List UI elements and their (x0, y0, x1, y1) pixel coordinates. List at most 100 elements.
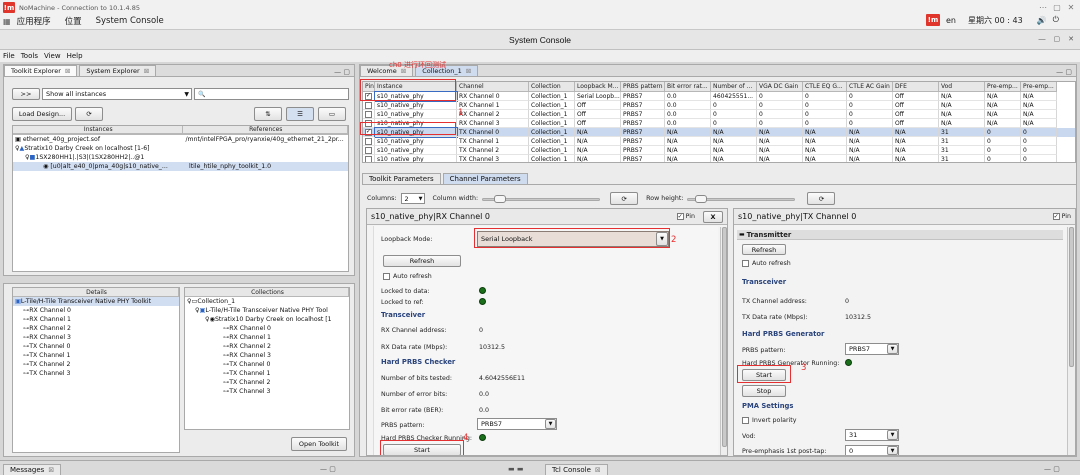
collection-channel-item[interactable]: ⊶ TX Channel 2 (185, 378, 349, 387)
tx-stop-button[interactable]: Stop (742, 385, 786, 397)
expand-tree-icon[interactable]: ⇅ (254, 107, 282, 121)
table-row[interactable]: s10_native_phy TX Channel 1 Collection_1 N/… (363, 137, 1075, 146)
instance-filter-select[interactable]: Show all instances ▼ (42, 88, 192, 100)
filter-button[interactable]: >> (12, 88, 40, 100)
table-row[interactable]: s10_native_phy RX Channel 3 Collection_1 Of… (363, 119, 1075, 128)
pin-cell[interactable] (363, 155, 375, 162)
os-menu-places[interactable]: 位置 (65, 15, 82, 27)
refresh-icon[interactable]: ⟳ (75, 107, 103, 121)
rx-pin-checkbox[interactable]: ✓ (676, 213, 684, 220)
os-menu-apps[interactable]: 应用程序 (17, 15, 51, 27)
tab-messages[interactable]: Messages ⊠ (3, 464, 62, 475)
menu-help[interactable]: Help (67, 52, 83, 60)
tx-auto-refresh-checkbox[interactable] (742, 260, 749, 267)
table-row[interactable]: ✓ s10_native_phy RX Channel 0 Collection_1 S… (363, 91, 1075, 102)
details-channel-item[interactable]: ⊶ TX Channel 1 (13, 351, 179, 360)
details-channel-item[interactable]: ⊶ TX Channel 0 (13, 342, 179, 351)
load-design-button[interactable]: Load Design... (12, 107, 72, 121)
nomachine-tray-icon[interactable]: !m (926, 14, 940, 26)
details-toolkit[interactable]: ▣ L-Tile/H-Tile Transceiver Native PHY T… (13, 297, 179, 306)
window-menu-icon[interactable]: ⋯ (1038, 2, 1048, 12)
collection-toolkit[interactable]: ♀ ▣ L-Tile/H-Tile Transceiver Native PHY… (185, 306, 349, 315)
right-dock-icons[interactable]: — ▢ (1044, 465, 1060, 473)
row-pin-checkbox[interactable] (365, 137, 372, 145)
table-row[interactable]: s10_native_phy TX Channel 3 Collection_1 N/… (363, 155, 1075, 162)
table-header-cell[interactable]: Vod (939, 82, 985, 92)
row-pin-checkbox[interactable] (365, 110, 372, 118)
table-header-cell[interactable]: Pre-emp... (985, 82, 1021, 92)
tx-scrollbar[interactable] (1067, 226, 1075, 455)
details-channel-item[interactable]: ⊶ RX Channel 1 (13, 315, 179, 324)
app-minimize-icon[interactable]: — (1039, 36, 1046, 43)
table-row[interactable]: s10_native_phy TX Channel 2 Collection_1 N/… (363, 146, 1075, 155)
table-header-cell[interactable]: Loopback M... (575, 82, 621, 92)
table-header-cell[interactable]: Bit error rat... (665, 82, 711, 92)
table-header-cell[interactable]: CTLE AC Gain (847, 82, 893, 92)
details-channel-item[interactable]: ⊶ TX Channel 3 (13, 369, 179, 378)
vod-select[interactable]: 31 ▼ (845, 429, 899, 441)
pin-cell[interactable] (363, 146, 375, 155)
pin-cell[interactable] (363, 137, 375, 146)
collection-channel-item[interactable]: ⊶ RX Channel 0 (185, 324, 349, 333)
tx-pin-checkbox[interactable]: ✓ (1052, 213, 1060, 220)
menu-view[interactable]: View (44, 52, 61, 60)
pre-emphasis-select[interactable]: 0 ▼ (845, 445, 899, 455)
list-view-icon[interactable]: ☰ (286, 107, 314, 121)
column-refresh-icon[interactable]: ⟳ (610, 192, 639, 205)
table-header-cell[interactable]: Pre-emp... (1021, 82, 1057, 92)
collection-channel-item[interactable]: ⊶ TX Channel 1 (185, 369, 349, 378)
row-height-slider[interactable] (687, 194, 796, 203)
pin-cell[interactable] (363, 110, 375, 119)
details-channel-item[interactable]: ⊶ TX Channel 2 (13, 360, 179, 369)
table-header-cell[interactable]: Channel (457, 82, 529, 92)
language-indicator[interactable]: en (946, 16, 956, 25)
table-header-cell[interactable]: PRBS pattern (621, 82, 665, 92)
power-icon[interactable]: ⏻ (1053, 15, 1059, 25)
left-dock-icons[interactable]: — ▢ (320, 465, 336, 473)
rx-auto-refresh-checkbox[interactable] (383, 273, 390, 280)
details-channel-item[interactable]: ⊶ RX Channel 3 (13, 333, 179, 342)
app-close-icon[interactable]: ✕ (1068, 35, 1074, 43)
collection-channel-item[interactable]: ⊶ RX Channel 1 (185, 333, 349, 342)
collection-channel-item[interactable]: ⊶ TX Channel 0 (185, 360, 349, 369)
invert-polarity-checkbox[interactable] (742, 417, 749, 424)
tree-row-board[interactable]: ♀ ▲ Stratix10 Darby Creek on localhost [… (13, 144, 348, 153)
panel-minmax-icons[interactable]: — ▢ (1056, 68, 1072, 76)
table-header-cell[interactable]: Collection (529, 82, 575, 92)
tx-refresh-button[interactable]: Refresh (742, 244, 786, 255)
collection-device[interactable]: ♀ ◉ Stratix10 Darby Creek on localhost [… (185, 315, 349, 324)
tab-system-explorer[interactable]: System Explorer ⊠ (79, 65, 157, 76)
clock[interactable]: 星期六 00 : 43 (968, 15, 1023, 26)
open-toolkit-button[interactable]: Open Toolkit (291, 437, 347, 451)
table-header-cell[interactable]: Number of ... (711, 82, 757, 92)
table-row[interactable]: s10_native_phy RX Channel 1 Collection_1 Of… (363, 101, 1075, 110)
collection-channel-item[interactable]: ⊶ TX Channel 3 (185, 387, 349, 396)
instance-search-input[interactable]: 🔍 (194, 88, 349, 100)
tcl-dock-icons[interactable]: ▬ ▬ (508, 465, 523, 473)
collection-channel-item[interactable]: ⊶ RX Channel 2 (185, 342, 349, 351)
row-refresh-icon[interactable]: ⟳ (807, 192, 836, 205)
table-row[interactable]: ✓ s10_native_phy TX Channel 0 Collection_1 N… (363, 127, 1075, 138)
tree-row-instance[interactable]: ◉ [u0|alt_e40_0|pma_40g|s10_native_... l… (13, 162, 348, 171)
rx-close-button[interactable]: X (703, 210, 723, 223)
rx-prbs-select[interactable]: PRBS7 ▼ (477, 418, 557, 430)
tab-tcl-console[interactable]: Tcl Console ⊠ (545, 464, 608, 475)
os-menu-system-console[interactable]: System Console (96, 16, 164, 26)
tab-toolkit-explorer[interactable]: Toolkit Explorer ⊠ (4, 65, 78, 76)
col-instances[interactable]: Instances (13, 126, 183, 134)
columns-select[interactable]: 2 ▼ (400, 193, 425, 204)
window-maximize-icon[interactable]: ▢ (1052, 2, 1062, 12)
row-pin-checkbox[interactable] (365, 101, 372, 109)
window-close-icon[interactable]: ✕ (1066, 2, 1076, 12)
app-maximize-icon[interactable]: ▢ (1054, 35, 1061, 43)
details-channel-item[interactable]: ⊶ RX Channel 2 (13, 324, 179, 333)
row-pin-checkbox[interactable] (365, 146, 372, 154)
tx-prbs-select[interactable]: PRBS7 ▼ (845, 343, 899, 355)
collection-channel-item[interactable]: ⊶ RX Channel 3 (185, 351, 349, 360)
tab-channel-parameters[interactable]: Channel Parameters (442, 173, 528, 184)
menu-tools[interactable]: Tools (21, 52, 38, 60)
col-references[interactable]: References (182, 126, 348, 134)
tab-toolkit-parameters[interactable]: Toolkit Parameters (362, 173, 441, 184)
rx-refresh-button[interactable]: Refresh (383, 255, 461, 267)
table-header-cell[interactable]: DFE (893, 82, 939, 92)
